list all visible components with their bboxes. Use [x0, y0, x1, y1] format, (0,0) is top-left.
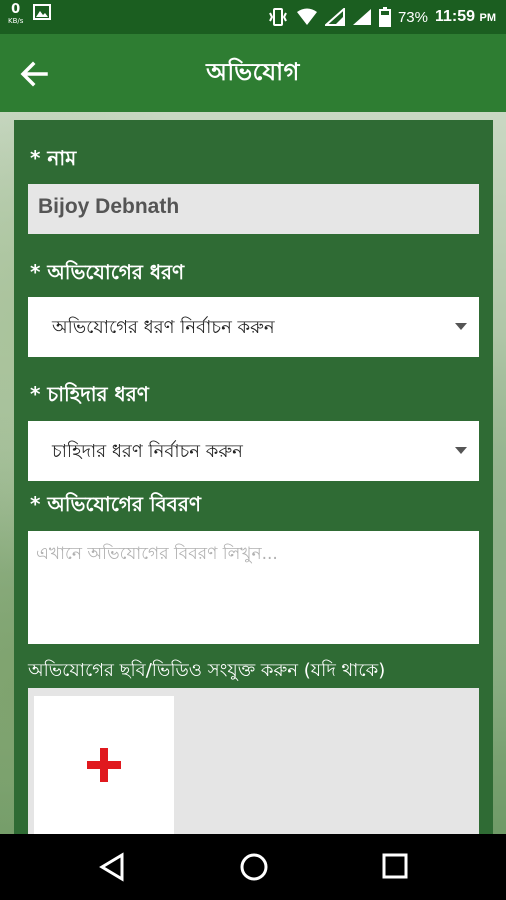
description-input[interactable]: এখানে অভিযোগের বিবরণ লিখুন... [28, 531, 479, 644]
app-bar: অভিযোগ [0, 34, 506, 112]
demand-type-selected: চাহিদার ধরণ নির্বাচন করুন [52, 441, 243, 462]
page-title: অভিযোগ [206, 58, 300, 86]
clock: 11:59 PM [435, 8, 496, 26]
circle-home-icon [240, 853, 268, 881]
triangle-back-icon [99, 852, 124, 882]
demand-type-dropdown[interactable]: চাহিদার ধরণ নির্বাচন করুন [28, 421, 479, 481]
complaint-type-selected: অভিযোগের ধরণ নির্বাচন করুন [52, 317, 275, 338]
nav-recents-button[interactable] [381, 852, 409, 884]
battery-icon [378, 7, 391, 27]
add-attachment-button[interactable] [34, 696, 174, 842]
signal-icon-secondary [352, 8, 372, 26]
description-label: * অভিযোগের বিবরণ [30, 492, 201, 516]
name-label: * নাম [30, 146, 77, 170]
name-field[interactable]: Bijoy Debnath [28, 184, 479, 234]
vibrate-icon [267, 8, 289, 26]
dropdown-arrow-icon [455, 447, 467, 454]
nav-home-button[interactable] [239, 852, 269, 886]
attachment-area [28, 688, 479, 842]
complaint-type-dropdown[interactable]: অভিযোগের ধরণ নির্বাচন করুন [28, 297, 479, 357]
system-nav-bar [0, 834, 506, 900]
wifi-icon [296, 8, 318, 26]
image-notification-icon [33, 4, 52, 24]
demand-type-label: * চাহিদার ধরণ [30, 382, 149, 406]
network-speed-unit: KB/s [8, 17, 24, 25]
square-recents-icon [382, 853, 408, 879]
description-placeholder: এখানে অভিযোগের বিবরণ লিখুন... [36, 544, 278, 564]
attachment-label: অভিযোগের ছবি/ভিডিও সংযুক্ত করুন (যদি থাক… [28, 660, 386, 681]
plus-icon-bar [87, 761, 121, 769]
complaint-form: * নাম Bijoy Debnath * অভিযোগের ধরণ অভিযো… [14, 120, 493, 842]
complaint-type-label: * অভিযোগের ধরণ [30, 260, 185, 284]
clock-suffix: PM [479, 12, 497, 24]
signal-icon [324, 8, 345, 26]
clock-time: 11:59 [435, 8, 476, 25]
dropdown-arrow-icon [455, 323, 467, 330]
nav-back-button[interactable] [98, 852, 126, 886]
network-speed: 0 KB/s [8, 3, 23, 25]
name-value: Bijoy Debnath [38, 195, 180, 218]
network-speed-value: 0 [11, 2, 21, 17]
status-bar: 0 KB/s 73% 11:59 PM [0, 0, 506, 34]
battery-percent: 73% [397, 8, 428, 26]
